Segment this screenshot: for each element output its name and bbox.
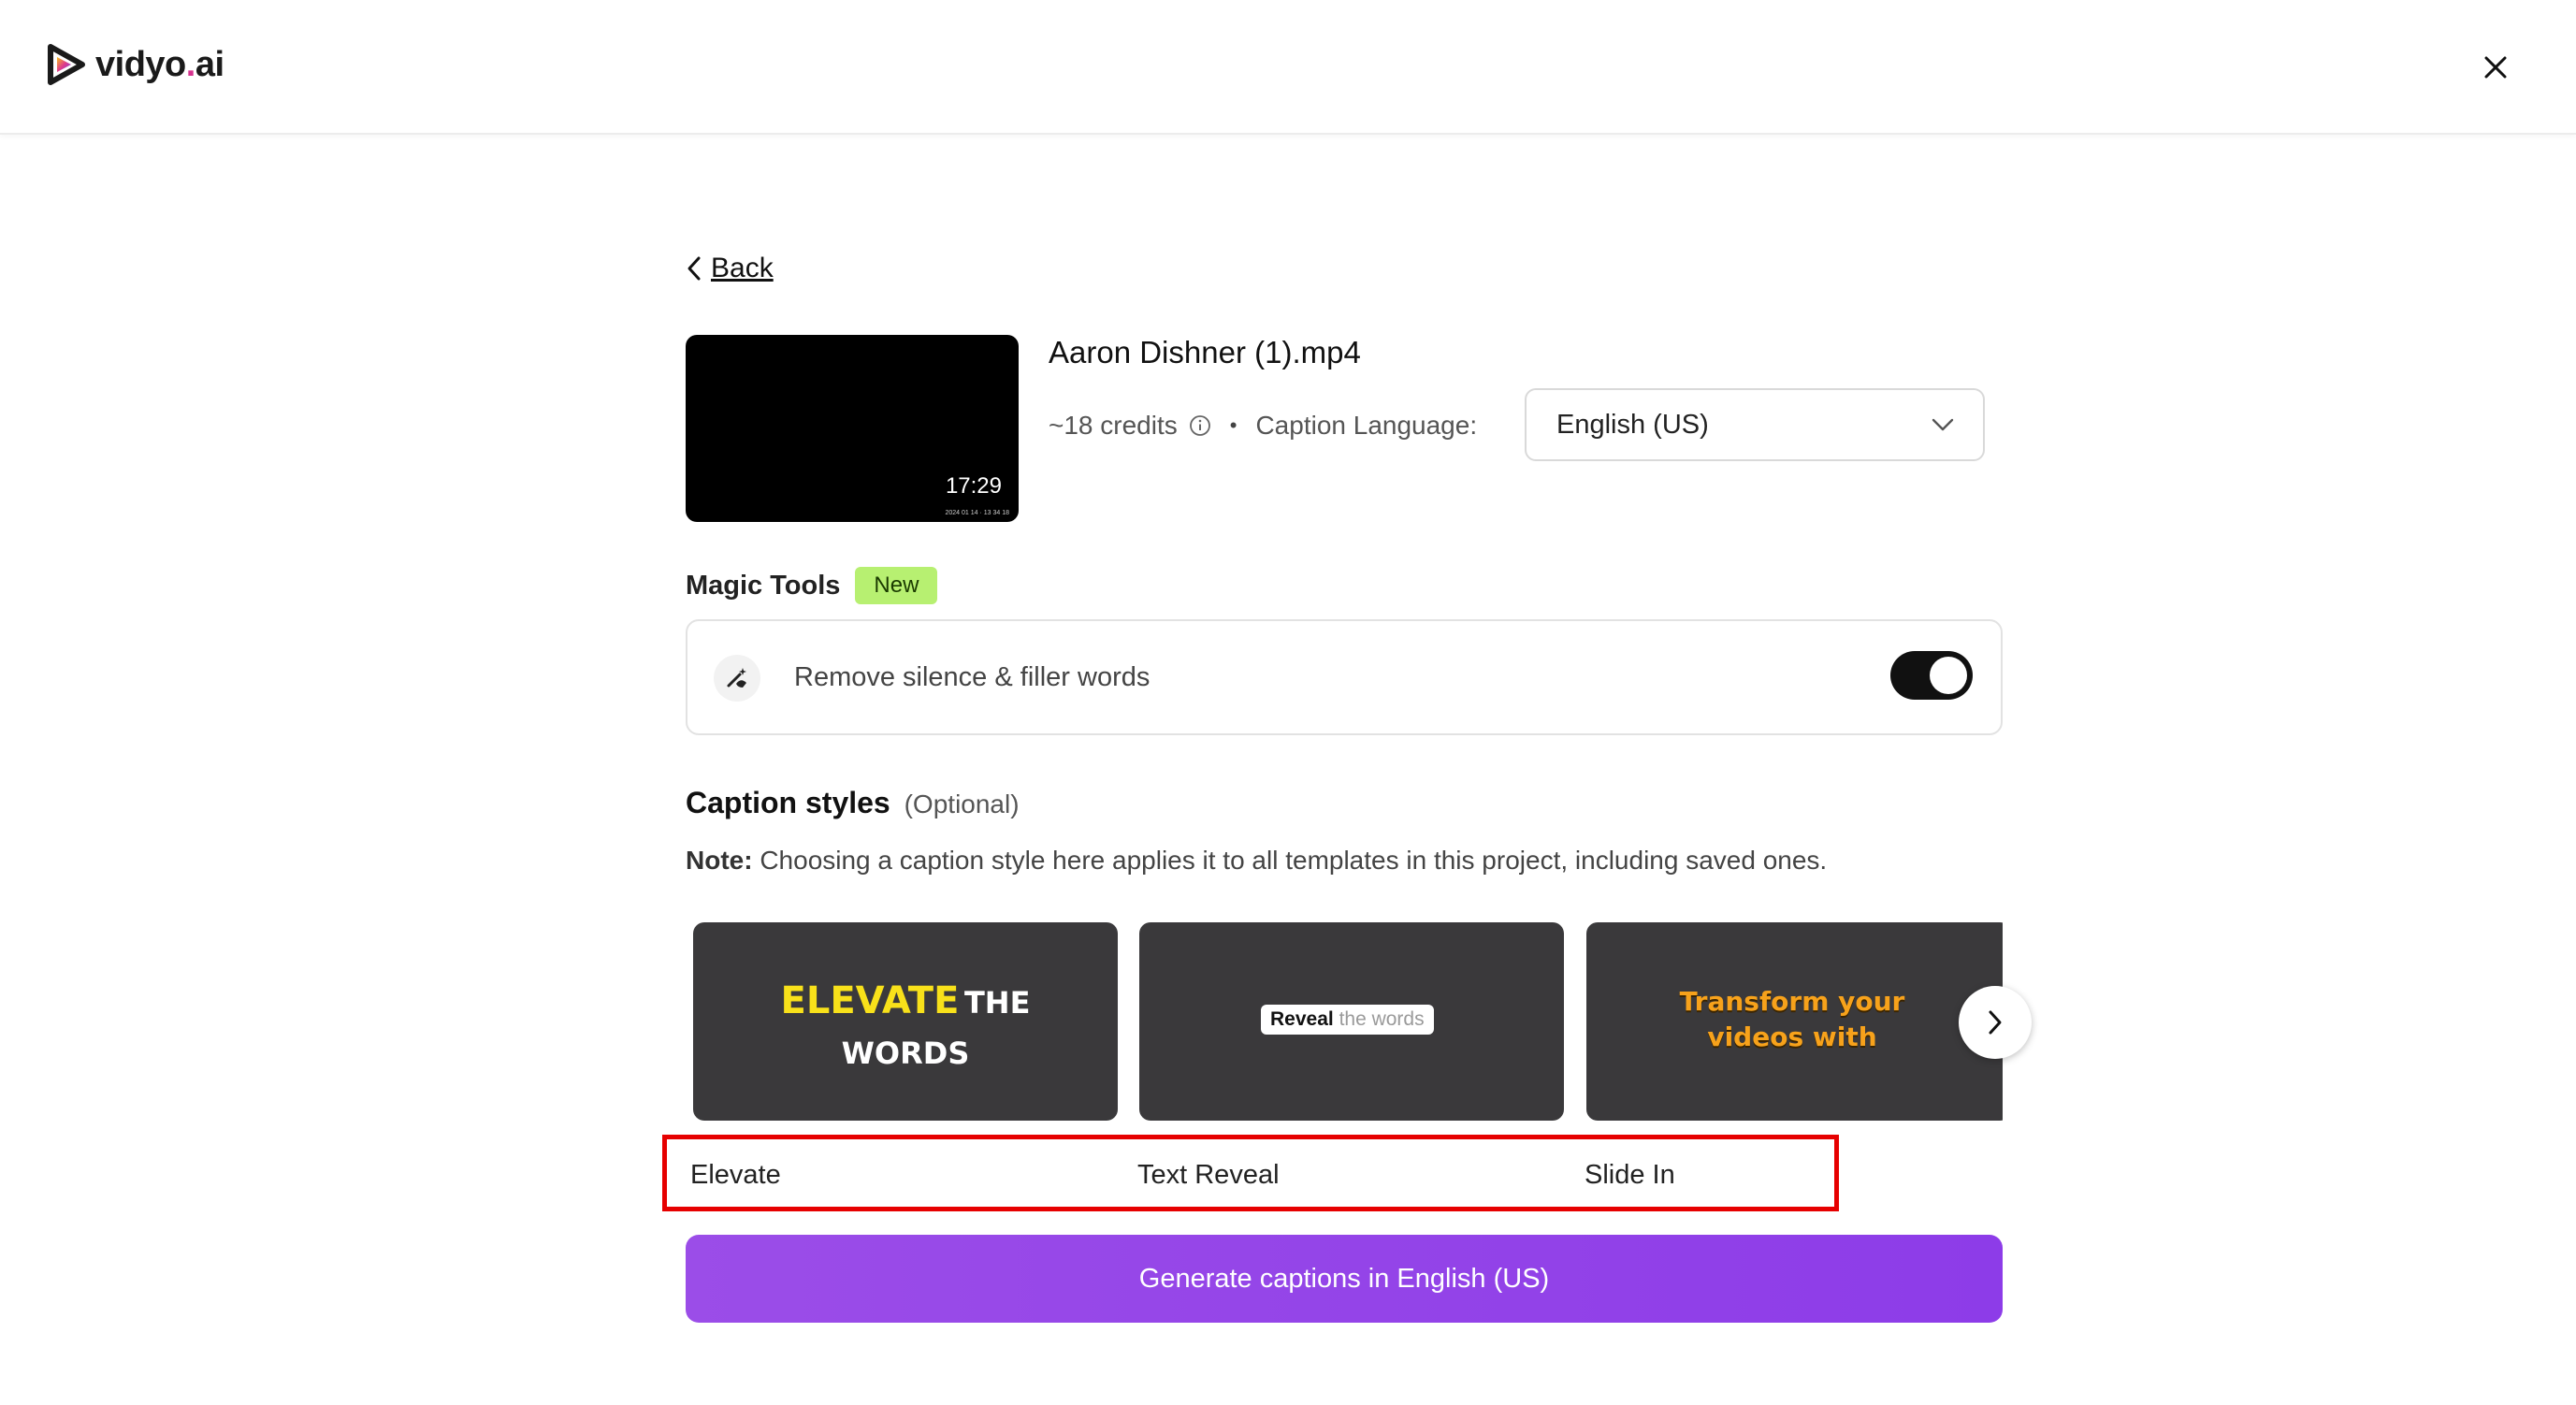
generate-captions-button[interactable]: Generate captions in English (US) [686, 1235, 2003, 1323]
caption-style-card-elevate[interactable]: ELEVATE THE WORDS [693, 922, 1118, 1121]
magic-tools-title: Magic Tools [686, 570, 841, 601]
caption-language-value: English (US) [1556, 409, 1709, 440]
info-icon[interactable] [1189, 414, 1211, 437]
new-badge: New [855, 567, 938, 604]
caption-styles-note: Note: Choosing a caption style here appl… [686, 846, 1827, 876]
magic-wand-icon [714, 655, 760, 702]
text-reveal-preview: Reveal the words [1261, 1005, 1434, 1035]
chevron-left-icon [687, 256, 701, 281]
note-label: Note: [686, 846, 753, 875]
close-icon [2484, 56, 2507, 79]
back-link[interactable]: Back [687, 253, 774, 284]
carousel-next-button[interactable] [1959, 986, 2032, 1059]
caption-style-card-slide-in[interactable]: Transform your videos with [1586, 922, 2003, 1121]
note-text: Choosing a caption style here applies it… [752, 846, 1828, 875]
separator-dot: • [1229, 413, 1237, 437]
caption-language-label: Caption Language: [1255, 411, 1478, 440]
caption-style-name: Text Reveal [1137, 1160, 1280, 1190]
caption-styles-title: Caption styles [686, 786, 890, 819]
remove-silence-toggle[interactable] [1890, 651, 1973, 700]
credits-text: ~18 credits [1049, 411, 1178, 440]
magic-tool-option: Remove silence & filler words [686, 619, 2003, 735]
back-label: Back [711, 253, 774, 283]
caption-style-card-text-reveal[interactable]: Reveal the words [1139, 922, 1564, 1121]
caption-style-name: Slide In [1585, 1160, 1675, 1190]
vidyo-logo[interactable]: vidyo.ai [43, 41, 224, 88]
caption-style-name: Elevate [690, 1160, 781, 1190]
chevron-down-icon [1932, 418, 1954, 431]
elevate-preview: ELEVATE THE WORDS [780, 979, 1031, 1071]
caption-style-names: Elevate Text Reveal Slide In [662, 1135, 1839, 1211]
caption-styles-heading: Caption styles (Optional) [686, 786, 1020, 820]
logo-text: vidyo.ai [95, 44, 224, 84]
video-duration: 17:29 [945, 473, 1002, 499]
video-meta: ~18 credits • Caption Language: [1049, 388, 1477, 463]
caption-style-carousel: ELEVATE THE WORDS Reveal the words Trans… [693, 922, 2003, 1123]
slide-in-preview: Transform your videos with [1679, 986, 1905, 1052]
close-button[interactable] [2475, 47, 2516, 88]
video-filename: Aaron Dishner (1).mp4 [1049, 335, 1361, 369]
optional-label: (Optional) [904, 789, 1020, 818]
chevron-right-icon [1989, 1010, 2002, 1035]
play-logo-icon [48, 44, 85, 85]
caption-language-select[interactable]: English (US) [1525, 388, 1985, 461]
magic-tools-heading: Magic Tools New [686, 567, 938, 604]
video-thumbnail[interactable]: 17:29 2024 01 14 · 13 34 18 [686, 335, 1019, 522]
remove-silence-label: Remove silence & filler words [794, 662, 1151, 692]
top-header: vidyo.ai [0, 0, 2576, 135]
video-timestamp: 2024 01 14 · 13 34 18 [945, 510, 1009, 516]
toggle-knob [1930, 657, 1967, 694]
